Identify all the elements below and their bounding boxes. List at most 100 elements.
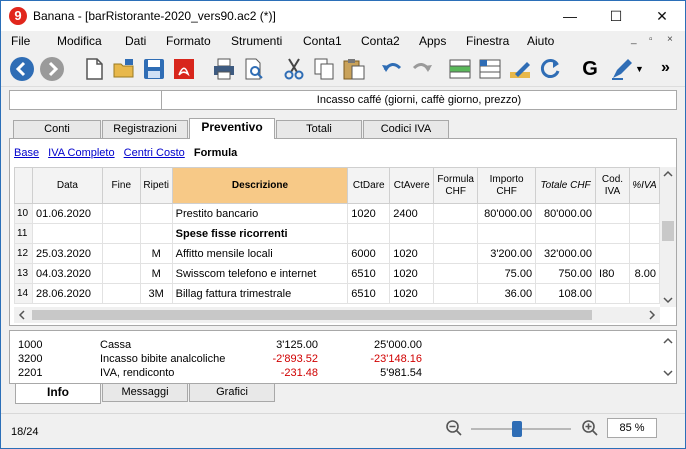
cell-ripeti[interactable] [139, 203, 173, 224]
tab-codici-iva[interactable]: Codici IVA [363, 120, 449, 138]
table-row[interactable]: 12 25.03.2020 M Affitto mensile locali 6… [14, 243, 660, 264]
table-row[interactable]: 13 04.03.2020 M Swisscom telefono e inte… [14, 263, 660, 284]
close-button[interactable]: ✕ [639, 1, 685, 31]
table-row[interactable]: 14 28.06.2020 3M Billag fattura trimestr… [14, 283, 660, 304]
header-descrizione[interactable]: Descrizione [171, 167, 349, 204]
cell-importo[interactable]: 80'000.00 [477, 203, 537, 224]
header-formula-chf[interactable]: Formula CHF [433, 167, 479, 204]
cell-ctdare[interactable]: 6510 [347, 283, 391, 304]
header-cod-iva[interactable]: Cod. IVA [595, 167, 630, 204]
mdi-restore-button[interactable]: ▫ [649, 34, 653, 45]
view-centri-costo[interactable]: Centri Costo [124, 147, 185, 159]
cell-data[interactable]: 01.06.2020 [31, 203, 103, 224]
menu-aiuto[interactable]: Aiuto [527, 34, 554, 48]
horizontal-scroll-thumb[interactable] [32, 310, 592, 320]
cell-formula[interactable] [433, 263, 479, 284]
cell-importo[interactable]: 36.00 [477, 283, 537, 304]
cell-cod-iva[interactable] [595, 283, 630, 304]
cell-ctavere[interactable]: 1020 [389, 283, 435, 304]
cell-perc-iva[interactable] [628, 203, 660, 224]
scroll-down-icon[interactable] [663, 297, 673, 304]
cell-fine[interactable] [101, 263, 141, 284]
table-horizontal-scrollbar[interactable] [14, 307, 660, 323]
paste-icon[interactable] [341, 56, 367, 82]
cell-totale[interactable]: 32'000.00 [535, 243, 597, 264]
cell-importo[interactable]: 75.00 [477, 263, 537, 284]
back-icon[interactable] [9, 56, 35, 82]
view-base[interactable]: Base [14, 147, 39, 159]
tab-totali[interactable]: Totali [276, 120, 362, 138]
maximize-button[interactable]: ☐ [593, 1, 639, 31]
menu-formato[interactable]: Formato [166, 34, 211, 48]
cell-importo[interactable] [477, 223, 537, 244]
menu-apps[interactable]: Apps [419, 34, 446, 48]
cell-reference-field[interactable] [10, 91, 162, 109]
forward-icon[interactable] [39, 56, 65, 82]
pdf-icon[interactable] [171, 56, 197, 82]
menu-file[interactable]: File [11, 34, 30, 48]
cell-cod-iva[interactable]: I80 [595, 263, 630, 284]
cell-content-field[interactable]: Incasso caffé (giorni, caffè giorno, pre… [162, 91, 676, 109]
cell-descrizione[interactable]: Spese fisse ricorrenti [171, 223, 349, 244]
chevron-down-icon[interactable]: ▼ [635, 56, 647, 82]
cell-formula[interactable] [433, 283, 479, 304]
tab-grafici[interactable]: Grafici [189, 384, 275, 402]
copy-icon[interactable] [311, 56, 337, 82]
zoom-in-icon[interactable] [581, 419, 599, 437]
cell-fine[interactable] [101, 243, 141, 264]
cell-ctdare[interactable]: 6000 [347, 243, 391, 264]
header-ripeti[interactable]: Ripeti [139, 167, 173, 204]
cell-descrizione[interactable]: Billag fattura trimestrale [171, 283, 349, 304]
tab-registrazioni[interactable]: Registrazioni [102, 120, 188, 138]
cell-ctavere[interactable] [389, 223, 435, 244]
header-fine[interactable]: Fine [101, 167, 141, 204]
print-icon[interactable] [211, 56, 237, 82]
cell-data[interactable]: 25.03.2020 [31, 243, 103, 264]
cell-cod-iva[interactable] [595, 243, 630, 264]
scroll-right-icon[interactable] [649, 310, 656, 320]
new-file-icon[interactable] [81, 56, 107, 82]
cell-fine[interactable] [101, 283, 141, 304]
menu-conta2[interactable]: Conta2 [361, 34, 400, 48]
view-iva-completo[interactable]: IVA Completo [48, 147, 114, 159]
cell-perc-iva[interactable] [628, 223, 660, 244]
cell-ctavere[interactable]: 1020 [389, 263, 435, 284]
cell-ripeti[interactable] [139, 223, 173, 244]
cell-ctavere[interactable]: 1020 [389, 243, 435, 264]
tab-messaggi[interactable]: Messaggi [102, 384, 188, 402]
zoom-slider-handle[interactable] [512, 421, 523, 437]
scroll-up-icon[interactable] [663, 170, 673, 177]
cell-perc-iva[interactable] [628, 243, 660, 264]
cell-importo[interactable]: 3'200.00 [477, 243, 537, 264]
scroll-left-icon[interactable] [18, 310, 25, 320]
header-ctdare[interactable]: CtDare [347, 167, 391, 204]
minimize-button[interactable]: — [547, 1, 593, 31]
cell-perc-iva[interactable] [628, 283, 660, 304]
cell-descrizione[interactable]: Affitto mensile locali [171, 243, 349, 264]
info-vertical-scrollbar[interactable] [660, 331, 676, 383]
recheck-icon[interactable] [537, 56, 563, 82]
scroll-up-icon[interactable] [663, 337, 673, 344]
cell-totale[interactable] [535, 223, 597, 244]
add-row-icon[interactable] [447, 56, 473, 82]
redo-icon[interactable] [409, 56, 435, 82]
tab-preventivo[interactable]: Preventivo [189, 118, 275, 139]
cell-ctdare[interactable]: 1020 [347, 203, 391, 224]
zoom-out-icon[interactable] [445, 419, 463, 437]
undo-icon[interactable] [379, 56, 405, 82]
mdi-close-button[interactable]: × [667, 34, 673, 45]
cell-fine[interactable] [101, 223, 141, 244]
more-tools-button[interactable]: » [661, 56, 679, 82]
menu-dati[interactable]: Dati [125, 34, 146, 48]
header-data[interactable]: Data [31, 167, 103, 204]
tab-info[interactable]: Info [15, 384, 101, 404]
print-preview-icon[interactable] [241, 56, 267, 82]
cell-totale[interactable]: 80'000.00 [535, 203, 597, 224]
table-vertical-scrollbar[interactable] [660, 167, 676, 307]
tab-conti[interactable]: Conti [13, 120, 101, 138]
cell-ctdare[interactable]: 6510 [347, 263, 391, 284]
cell-totale[interactable]: 108.00 [535, 283, 597, 304]
cell-descrizione[interactable]: Prestito bancario [171, 203, 349, 224]
g-icon[interactable]: G [577, 56, 603, 82]
table-row[interactable]: 11 Spese fisse ricorrenti [14, 223, 660, 244]
